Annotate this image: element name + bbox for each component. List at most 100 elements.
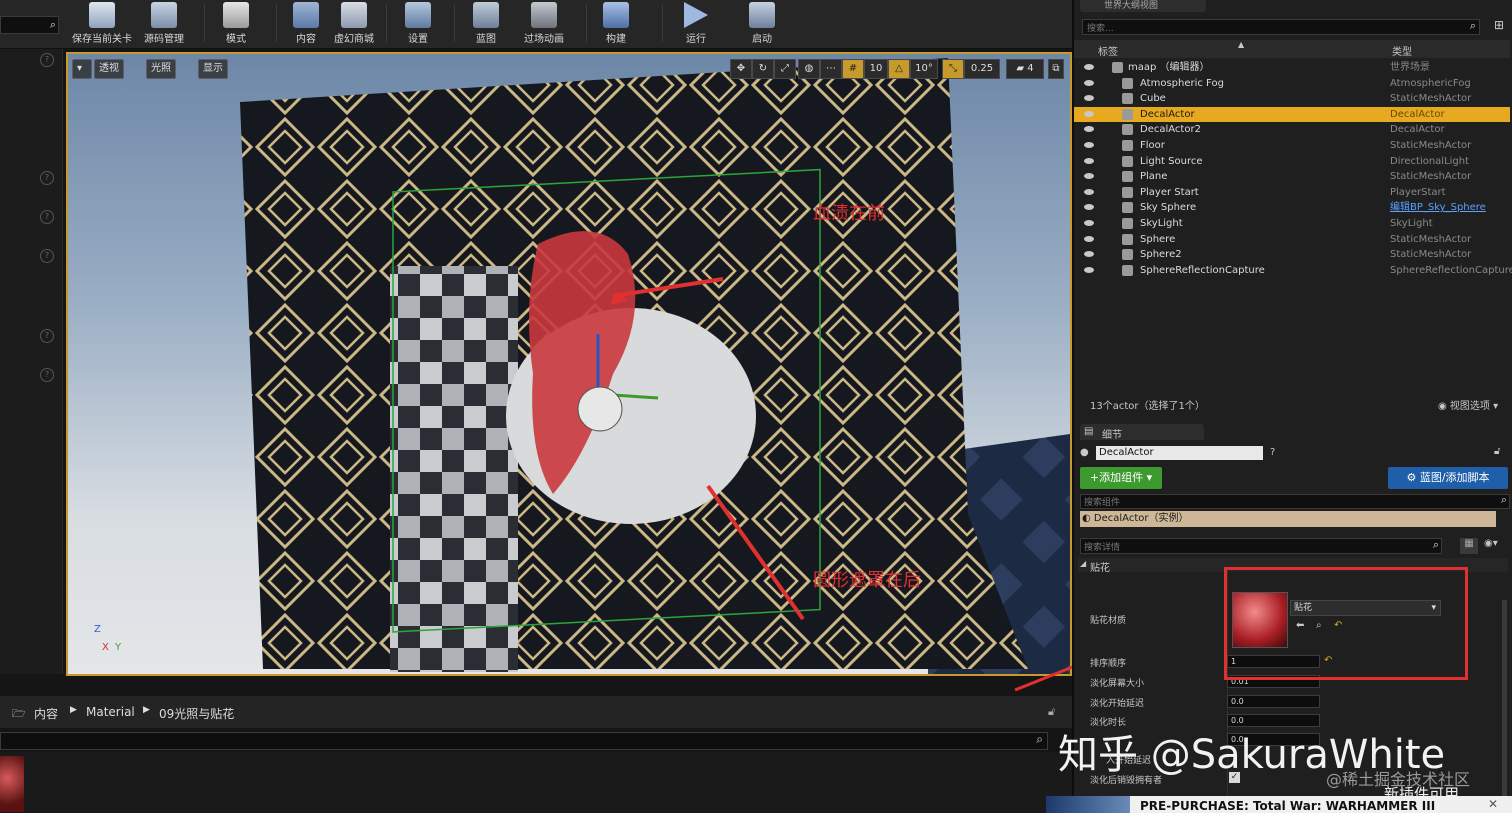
help-icon[interactable]: ? [40,329,54,343]
outliner-row[interactable]: Light Source DirectionalLight [1074,154,1510,169]
visibility-eye-icon[interactable] [1084,79,1094,86]
blueprint-add-script-button[interactable]: ⚙ 蓝图/添加脚本 [1388,467,1508,489]
marketplace-button[interactable]: 虚幻商城 [330,0,378,46]
rotation-snap-toggle[interactable]: △ [888,59,910,79]
property-matrix-icon[interactable]: ▦ [1460,538,1478,554]
view-options-button[interactable]: ◉ 视图选项 ▾ [1438,397,1498,412]
grid-snap-value[interactable]: 10 [864,59,888,79]
rotation-snap-value[interactable]: 10° [910,59,938,79]
help-icon[interactable]: ? [40,249,54,263]
pin-icon[interactable]: ⊞ [1494,18,1504,32]
outliner-row[interactable]: DecalActor DecalActor [1074,106,1510,122]
lit-mode-button[interactable]: 光照 [146,59,176,79]
outliner-row[interactable]: Atmospheric Fog AtmosphericFog [1074,76,1510,91]
column-type-header[interactable]: 类型 [1392,43,1412,58]
visibility-eye-icon[interactable] [1084,110,1094,117]
translate-tool-icon[interactable]: ✥ [730,59,752,79]
viewport-options-button[interactable]: ▾ [72,59,92,79]
search-icon: ⌕ [1036,732,1043,746]
level-viewport[interactable]: ▾ 透视 光照 显示 ✥ ↻ ⤢ ◍ ⋯ # 10 △ 10° ⤡ 0.25 ▰… [66,52,1072,676]
mesh-icon [1122,93,1133,105]
perspective-button[interactable]: 透视 [94,59,124,79]
breadcrumb-content[interactable]: 内容 [34,705,58,722]
column-label-header[interactable]: 标签 [1098,43,1118,58]
content-search-input[interactable]: ⌕ [0,732,1048,750]
visibility-eye-icon[interactable] [1084,204,1094,211]
lock-icon[interactable]: 🔓︎ [1494,446,1500,457]
fade-start-delay-field[interactable]: 0.0 [1227,695,1320,708]
settings-button[interactable]: 设置 [398,0,438,46]
actor-name-field[interactable]: DecalActor [1096,446,1263,460]
visibility-eye-icon[interactable] [1084,157,1094,164]
lock-icon[interactable]: 🔓︎ [1048,705,1055,719]
help-icon[interactable]: ? [1270,447,1275,458]
grid-snap-toggle[interactable]: # [842,59,864,79]
launch-button[interactable]: 启动 [740,0,784,46]
outliner-row[interactable]: Sky Sphere 编辑BP_Sky_Sphere [1074,200,1510,215]
visibility-eye-icon[interactable] [1084,95,1094,102]
left-search-box[interactable]: ⌕ [0,16,59,34]
player-start-icon [1122,186,1133,198]
play-icon [684,2,708,28]
outliner-search-input[interactable]: 搜索... ⌕ [1082,19,1480,35]
blueprint-button[interactable]: 蓝图 [466,0,506,46]
add-component-button[interactable]: +添加组件 ▾ [1080,467,1162,489]
visibility-eye-icon[interactable] [1084,142,1094,148]
outliner-row[interactable]: Sphere StaticMeshActor [1074,232,1510,247]
outliner-row[interactable]: Cube StaticMeshActor [1074,91,1510,106]
world-space-icon[interactable]: ◍ [798,59,820,79]
asset-thumbnail[interactable] [0,756,24,812]
help-icon[interactable]: ? [40,53,54,67]
outliner-row[interactable]: SkyLight SkyLight [1074,216,1510,231]
visibility-eye-icon[interactable] [1084,188,1094,195]
visibility-eye-icon[interactable] [1084,235,1094,242]
outliner-row-type: 世界场景 [1390,62,1430,73]
source-control-button[interactable]: 源码管理 [140,0,188,46]
outliner-row[interactable]: Sphere2 StaticMeshActor [1074,247,1510,262]
visibility-eye-icon[interactable] [1084,64,1094,70]
camera-speed-button[interactable]: ▰ 4 [1006,59,1044,79]
help-icon[interactable]: ? [40,210,54,224]
search-components-input[interactable]: 搜索组件 ⌕ [1080,493,1510,509]
outliner-row[interactable]: Player Start PlayerStart [1074,185,1510,200]
surface-snap-icon[interactable]: ⋯ [820,59,842,79]
visibility-eye-icon[interactable] [1084,266,1094,273]
outliner-row[interactable]: Floor StaticMeshActor [1074,138,1510,153]
close-icon[interactable]: ✕ [1488,797,1498,811]
help-icon[interactable]: ? [40,368,54,382]
rotate-tool-icon[interactable]: ↻ [752,59,774,79]
details-tab[interactable]: ▤ 细节 [1080,424,1204,441]
outliner-row[interactable]: SphereReflectionCapture SphereReflectionC… [1074,263,1512,278]
details-scrollbar[interactable] [1502,600,1507,800]
visibility-eye-icon[interactable] [1084,220,1094,226]
scale-tool-icon[interactable]: ⤢ [774,59,796,79]
visibility-eye-icon[interactable] [1084,251,1094,258]
outliner-row-type: SkyLight [1390,218,1433,229]
outliner-row-type[interactable]: 编辑BP_Sky_Sphere [1390,200,1486,215]
scale-snap-value[interactable]: 0.25 [964,59,1000,79]
visibility-filter-icon[interactable]: ◉▾ [1484,538,1498,549]
modes-button[interactable]: 模式 [216,0,256,46]
cinematics-button[interactable]: 过场动画 [520,0,568,46]
show-button[interactable]: 显示 [198,59,228,79]
promo-banner[interactable]: PRE-PURCHASE: Total War: WARHAMMER III ✕ [1130,796,1512,813]
actor-icon: ● [1080,447,1089,458]
breadcrumb-current-folder[interactable]: 09光照与贴花 [159,705,234,722]
maximize-viewport-icon[interactable]: ⧉ [1048,59,1064,79]
help-icon[interactable]: ? [40,171,54,185]
visibility-eye-icon[interactable] [1084,126,1094,133]
play-button[interactable]: 运行 [674,0,718,46]
visibility-eye-icon[interactable] [1084,173,1094,180]
breadcrumb-material[interactable]: Material [86,705,135,719]
camera-speed-value: 4 [1027,63,1034,74]
scale-snap-toggle[interactable]: ⤡ [942,59,964,79]
save-level-button[interactable]: 保存当前关卡 [70,0,134,46]
search-details-input[interactable]: 搜索详情 ⌕ [1080,538,1442,554]
content-button[interactable]: 内容 [288,0,324,46]
outliner-row[interactable]: Plane StaticMeshActor [1074,169,1510,184]
outliner-tab[interactable]: 世界大纲视图 [1080,0,1206,12]
outliner-row[interactable]: maap （编辑器） 世界场景 [1074,60,1510,75]
build-button[interactable]: 构建 [598,0,634,46]
outliner-row[interactable]: DecalActor2 DecalActor [1074,122,1510,137]
component-instance-row[interactable]: ◐ DecalActor（实例） [1080,511,1496,527]
